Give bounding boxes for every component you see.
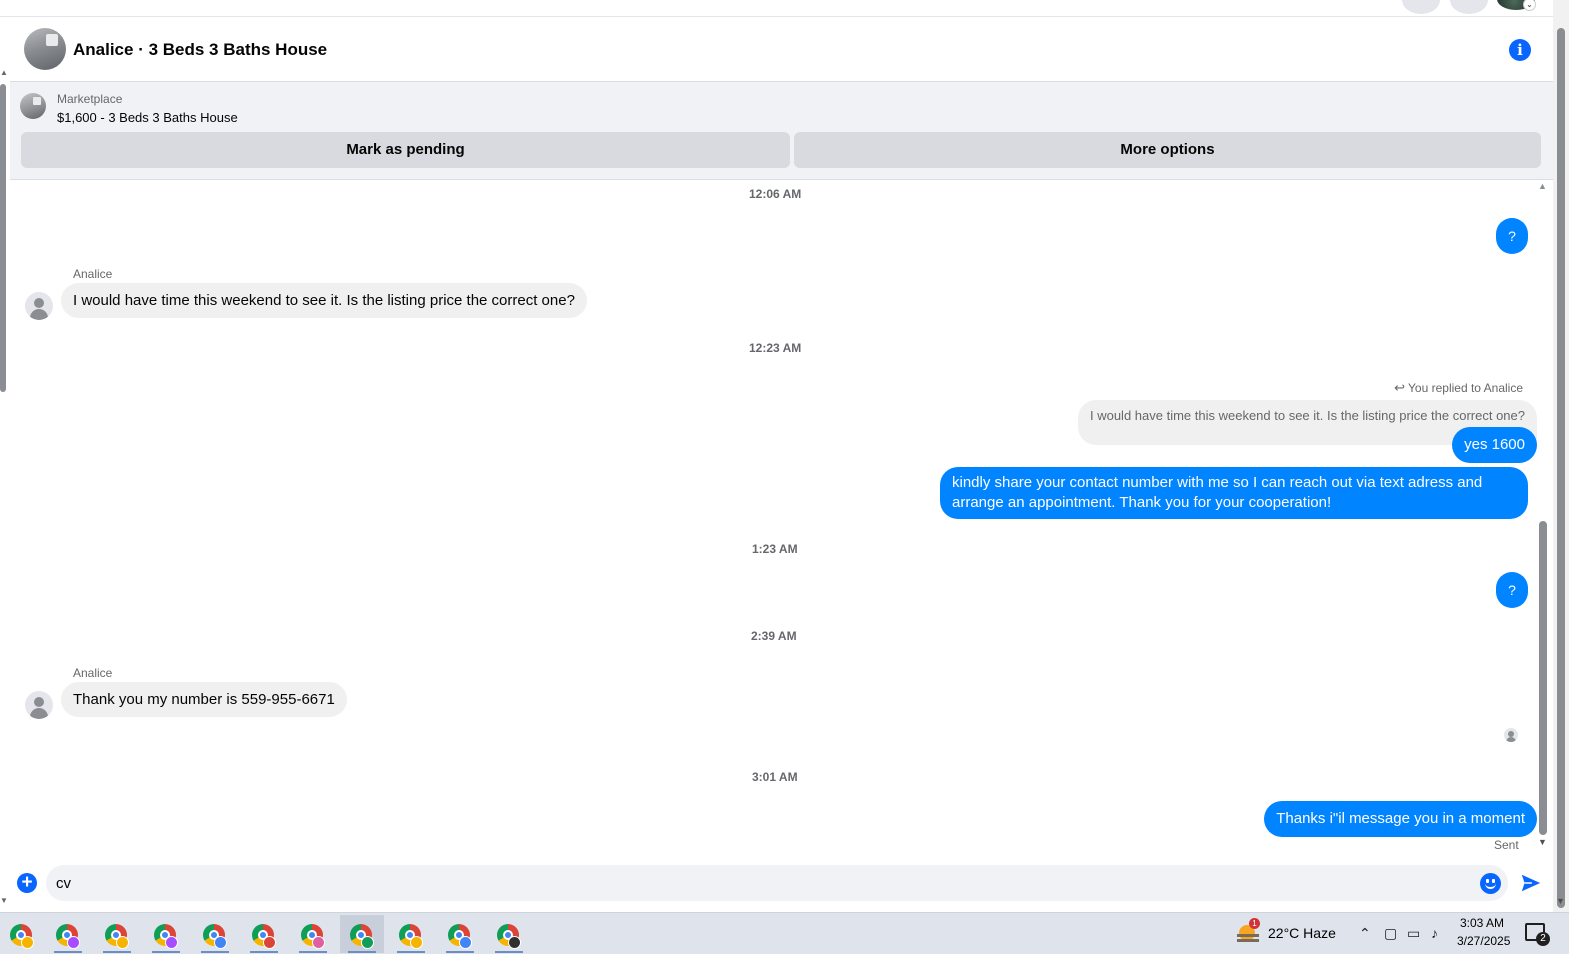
taskbar-app-chrome[interactable] [389,915,433,953]
sender-name: Analice [73,666,113,680]
taskbar-app-chrome[interactable] [487,915,531,953]
weather-alert-badge: 1 [1249,918,1260,929]
profile-badge [165,936,178,949]
profile-badge [508,936,521,949]
scroll-down-arrow-icon[interactable]: ▼ [1556,896,1565,906]
timestamp: 12:23 AM [749,341,802,355]
windows-taskbar: 1 22°C Haze ⌃ ▢ ▭ ♪ 3:03 AM 3/27/2025 2 [0,912,1569,954]
taskbar-app-chrome[interactable] [291,915,335,953]
chat-title[interactable]: Analice · 3 Beds 3 Baths House [73,40,327,60]
chat-header: Analice · 3 Beds 3 Baths House i [10,18,1553,82]
scroll-down-arrow-icon[interactable]: ▼ [1538,837,1547,847]
scrollbar-thumb[interactable] [1539,521,1547,835]
info-icon[interactable]: i [1509,39,1531,61]
read-receipt-avatar [1504,728,1518,742]
notification-count-badge: 2 [1536,932,1550,946]
reply-note-text: You replied to Analice [1408,381,1523,395]
outgoing-message-bubble[interactable]: kindly share your contact number with me… [940,467,1528,519]
taskbar-app-chrome[interactable] [242,915,286,953]
meet-now-icon[interactable]: ▢ [1384,925,1397,942]
contact-avatar[interactable] [25,292,53,320]
toolbar-icon-button[interactable] [1402,0,1440,14]
contact-avatar[interactable] [25,691,53,719]
timestamp: 3:01 AM [752,770,798,784]
profile-badge [410,936,423,949]
browser-top-strip: ⌄ [0,0,1569,17]
more-options-button[interactable]: More options [794,132,1541,168]
volume-icon[interactable]: ♪ [1431,925,1438,941]
profile-badge [312,936,325,949]
profile-badge [459,936,472,949]
taskbar-app-chrome[interactable] [438,915,482,953]
profile-badge [21,936,34,949]
profile-badge [361,936,374,949]
thread-scrollbar[interactable]: ▲ ▼ [1537,181,1553,861]
listing-price-title[interactable]: $1,600 - 3 Beds 3 Baths House [57,110,238,125]
outgoing-message-bubble[interactable]: yes 1600 [1452,427,1537,463]
clock-time[interactable]: 3:03 AM [1460,916,1504,930]
reply-context-note: ↩ You replied to Analice [1394,380,1523,396]
send-icon[interactable] [1520,872,1542,894]
message-status: Sent [1494,838,1519,852]
chevron-up-icon[interactable]: ⌃ [1359,925,1371,942]
message-thread[interactable]: 12:06 AM ? Analice I would have time thi… [10,181,1537,861]
scroll-up-arrow-icon[interactable]: ▲ [0,68,8,77]
window-scrollbar-left[interactable]: ▲ ▼ [0,68,8,908]
taskbar-app-chrome[interactable] [0,915,44,953]
marketplace-listing-banner: Marketplace $1,600 - 3 Beds 3 Baths Hous… [10,82,1553,180]
timestamp: 2:39 AM [751,629,797,643]
sender-name: Analice [73,267,113,281]
scroll-up-arrow-icon[interactable]: ▲ [1538,181,1547,191]
clock-date[interactable]: 3/27/2025 [1457,934,1510,948]
marketplace-label: Marketplace [57,92,123,106]
profile-badge [116,936,129,949]
taskbar-app-chrome-active[interactable] [340,915,384,953]
weather-icon[interactable]: 1 [1237,918,1260,943]
mark-as-pending-button[interactable]: Mark as pending [21,132,790,168]
scrollbar-thumb[interactable] [1557,28,1565,908]
message-composer: + [10,861,1553,905]
page-scrollbar[interactable]: ▼ [1553,0,1569,912]
emoji-icon[interactable] [1480,873,1501,894]
weather-text[interactable]: 22°C Haze [1268,925,1336,941]
taskbar-app-chrome[interactable] [46,915,90,953]
reply-arrow-icon: ↩ [1394,380,1406,395]
scroll-down-arrow-icon[interactable]: ▼ [0,896,8,905]
timestamp: 1:23 AM [752,542,798,556]
incoming-message-bubble[interactable]: Thank you my number is 559-955-6671 [61,682,347,717]
listing-avatar[interactable] [24,28,66,70]
scrollbar-thumb[interactable] [0,84,6,392]
message-input[interactable] [46,865,1508,901]
profile-badge [67,936,80,949]
network-icon[interactable]: ▭ [1407,925,1420,942]
outgoing-message-bubble[interactable]: ? [1496,218,1528,254]
profile-badge [263,936,276,949]
profile-badge [214,936,227,949]
outgoing-message-bubble[interactable]: Thanks i"il message you in a moment [1264,801,1537,837]
toolbar-icon-button[interactable] [1450,0,1488,14]
chevron-down-icon[interactable]: ⌄ [1523,0,1536,11]
incoming-message-bubble[interactable]: I would have time this weekend to see it… [61,283,587,318]
outgoing-message-bubble[interactable]: ? [1496,572,1528,608]
taskbar-app-chrome[interactable] [95,915,139,953]
timestamp: 12:06 AM [749,187,802,201]
add-attachment-icon[interactable]: + [17,873,37,893]
taskbar-app-chrome[interactable] [144,915,188,953]
taskbar-app-chrome[interactable] [193,915,237,953]
listing-thumbnail[interactable] [20,93,46,119]
